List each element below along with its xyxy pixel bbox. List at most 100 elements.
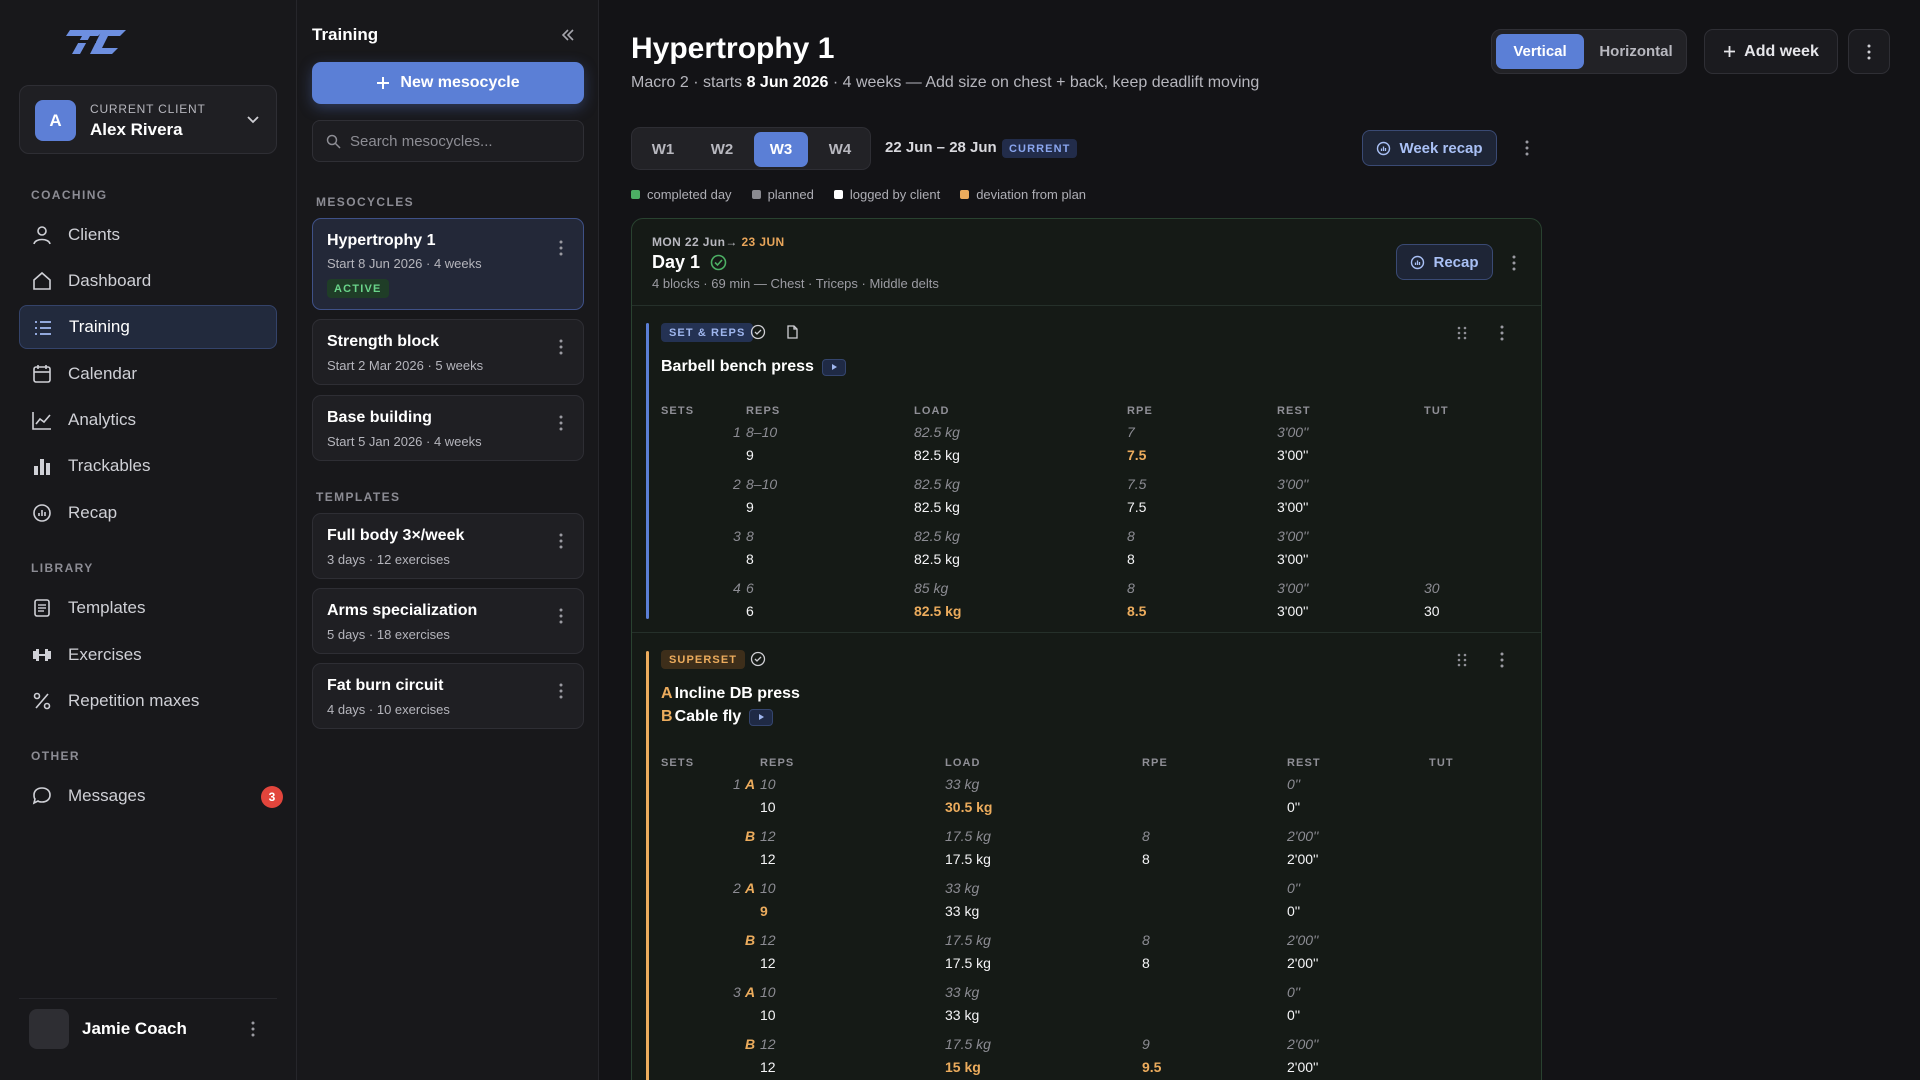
tab-week-3[interactable]: W3 <box>754 132 808 167</box>
day-recap-label: Recap <box>1433 253 1479 271</box>
collapse-panel-icon[interactable] <box>559 26 577 44</box>
dumbbell-icon <box>33 649 51 661</box>
current-client-selector[interactable]: A CURRENT CLIENT Alex Rivera <box>19 85 277 154</box>
kebab-menu-icon[interactable] <box>553 338 569 356</box>
play-video-icon[interactable] <box>821 358 846 376</box>
play-video-icon[interactable] <box>749 708 774 726</box>
block-rail <box>646 651 649 1080</box>
planned-load: 82.5 kg <box>914 476 960 492</box>
brand-logo-icon[interactable] <box>64 26 128 58</box>
template-card-fat-burn-circuit[interactable]: Fat burn circuit 4 days · 10 exercises <box>312 663 584 729</box>
mesocycle-sub: Start 8 Jun 2026 · 4 weeks <box>327 256 482 271</box>
planned-rest: 0'' <box>1287 776 1301 792</box>
set-number: 4 <box>733 580 741 596</box>
subtitle-date: 8 Jun 2026 <box>746 74 829 91</box>
gauge-icon <box>1411 255 1425 269</box>
planned-load: 33 kg <box>945 984 980 1000</box>
logged-rest: 2'00'' <box>1287 955 1319 971</box>
planned-load: 17.5 kg <box>945 932 991 948</box>
planned-tut: 30 <box>1424 580 1440 596</box>
template-sub: 5 days · 18 exercises <box>327 627 450 642</box>
logged-load: 17.5 kg <box>945 955 991 971</box>
mesocycle-card-hypertrophy-1[interactable]: Hypertrophy 1 Start 8 Jun 2026 · 4 weeks… <box>312 218 584 310</box>
mesocycle-card-strength-block[interactable]: Strength block Start 2 Mar 2026 · 5 week… <box>312 319 584 385</box>
planned-rest: 2'00'' <box>1287 932 1319 948</box>
new-mesocycle-label: New mesocycle <box>400 74 520 91</box>
section-label-library: LIBRARY <box>31 561 94 575</box>
user-name: Jamie Coach <box>82 1019 187 1038</box>
week-recap-button[interactable]: Week recap <box>1362 130 1497 166</box>
page-more-button[interactable] <box>1848 29 1890 74</box>
planned-load: 17.5 kg <box>945 1036 991 1052</box>
sidebar-item-dashboard[interactable]: Dashboard <box>19 259 277 303</box>
tab-week-1[interactable]: W1 <box>636 132 690 167</box>
sidebar-item-repetition-maxes[interactable]: Repetition maxes <box>19 679 277 723</box>
week-kebab-menu-icon[interactable] <box>1519 139 1535 157</box>
logged-reps: 8 <box>746 551 754 567</box>
sidebar-item-trackables[interactable]: Trackables <box>19 444 277 488</box>
sidebar-item-calendar[interactable]: Calendar <box>19 352 277 396</box>
day-header: MON 22 Jun→ 23 JUN Day 1 4 blocks · 69 m… <box>632 219 1541 306</box>
kebab-menu-icon[interactable] <box>553 682 569 700</box>
logged-rpe: 7.5 <box>1127 499 1147 515</box>
superset-letter: B <box>745 932 756 948</box>
templates-label: TEMPLATES <box>316 490 401 504</box>
kebab-menu-icon[interactable] <box>553 414 569 432</box>
drag-handle-icon[interactable] <box>1454 651 1470 669</box>
add-week-label: Add week <box>1744 42 1819 60</box>
current-client-name: Alex Rivera <box>90 120 183 139</box>
planned-rpe: 8 <box>1127 580 1135 596</box>
kebab-menu-icon[interactable] <box>553 607 569 625</box>
logged-rpe: 7.5 <box>1127 447 1147 463</box>
plus-icon <box>377 77 390 89</box>
tab-week-2[interactable]: W2 <box>695 132 749 167</box>
plus-icon <box>1724 46 1736 57</box>
logged-rest: 0'' <box>1287 903 1301 919</box>
day-kebab-menu-icon[interactable] <box>1506 254 1522 272</box>
section-label-other: OTHER <box>31 749 80 763</box>
sidebar-item-recap[interactable]: Recap <box>19 491 277 535</box>
logged-reps: 12 <box>760 1059 776 1075</box>
block-kebab-menu-icon[interactable] <box>1494 324 1510 342</box>
exercise-block-superset: SUPERSET A Incline DB press B Cable fly SE… <box>632 633 1541 1080</box>
block-kebab-menu-icon[interactable] <box>1494 651 1510 669</box>
kebab-menu-icon[interactable] <box>553 239 569 257</box>
planned-rpe: 8 <box>1142 828 1150 844</box>
planned-load: 82.5 kg <box>914 528 960 544</box>
logged-reps: 10 <box>760 799 776 815</box>
search-input[interactable] <box>350 129 575 153</box>
legend-label: completed day <box>647 187 732 202</box>
logged-rest: 3'00'' <box>1277 447 1309 463</box>
set-number: 3 <box>733 984 741 1000</box>
tab-week-4[interactable]: W4 <box>813 132 867 167</box>
sidebar-item-messages[interactable]: Messages 3 <box>19 774 283 818</box>
logged-load: 15 kg <box>945 1059 981 1075</box>
sidebar-item-exercises[interactable]: Exercises <box>19 633 277 677</box>
new-mesocycle-button[interactable]: New mesocycle <box>312 62 584 104</box>
sidebar-item-templates[interactable]: Templates <box>19 586 277 630</box>
superset-letter: A <box>745 880 756 896</box>
template-card-arms-specialization[interactable]: Arms specialization 5 days · 18 exercise… <box>312 588 584 654</box>
home-icon <box>33 271 51 290</box>
note-icon[interactable] <box>784 324 800 340</box>
add-week-button[interactable]: Add week <box>1704 29 1838 74</box>
current-user[interactable]: Jamie Coach <box>19 998 277 1058</box>
exercise-b-name: B Cable fly <box>661 708 774 726</box>
sidebar-item-analytics[interactable]: Analytics <box>19 398 277 442</box>
drag-handle-icon[interactable] <box>1454 324 1470 342</box>
col-rest: REST <box>1277 405 1311 417</box>
planned-reps: 8 <box>746 528 754 544</box>
logged-rest: 2'00'' <box>1287 1059 1319 1075</box>
template-card-full-body[interactable]: Full body 3×/week 3 days · 12 exercises <box>312 513 584 579</box>
day-recap-button[interactable]: Recap <box>1396 244 1493 280</box>
search-mesocycles[interactable] <box>312 120 584 162</box>
mesocycle-card-base-building[interactable]: Base building Start 5 Jan 2026 · 4 weeks <box>312 395 584 461</box>
kebab-menu-icon[interactable] <box>553 532 569 550</box>
sidebar-item-clients[interactable]: Clients <box>19 213 277 257</box>
view-horizontal-option[interactable]: Horizontal <box>1588 34 1684 69</box>
sidebar-item-label: Clients <box>68 225 120 244</box>
view-vertical-option[interactable]: Vertical <box>1496 34 1584 69</box>
main-content: Hypertrophy 1 Macro 2 · starts 8 Jun 202… <box>599 0 1920 1080</box>
sidebar-item-training[interactable]: Training <box>19 305 277 349</box>
kebab-menu-icon[interactable] <box>245 1020 261 1038</box>
